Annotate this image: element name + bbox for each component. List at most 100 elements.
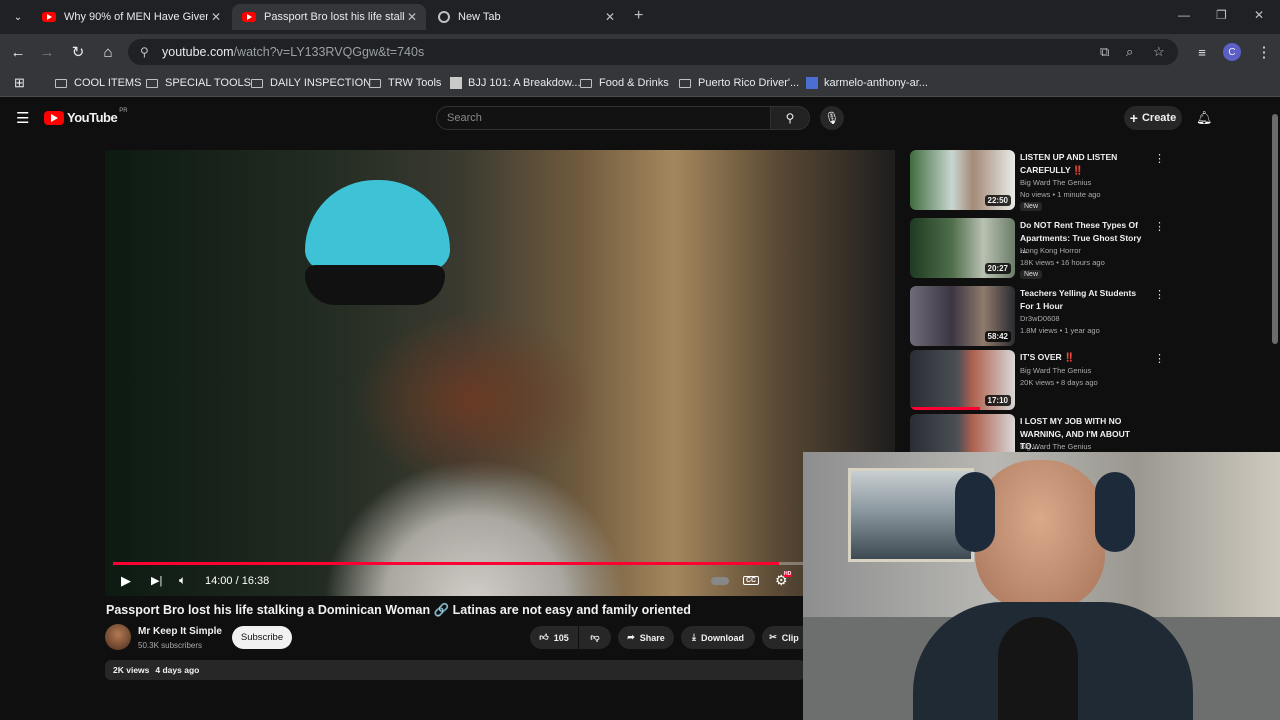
video-thumbnail[interactable]: 17:10 <box>910 350 1015 410</box>
recommendation-item[interactable]: 20:27 Do NOT Rent These Types Of Apartme… <box>910 218 1165 280</box>
hamburger-menu-icon[interactable]: ☰ <box>16 109 29 127</box>
bookmark-food-drinks[interactable]: Food & Drinks <box>580 70 669 96</box>
bookmark-karmelo[interactable]: karmelo-anthony-ar... <box>806 70 928 96</box>
play-icon[interactable]: ▶ <box>121 565 131 596</box>
site-info-icon[interactable]: ⚲ <box>140 45 154 59</box>
bookmark-star-icon[interactable]: ☆ <box>1153 39 1165 65</box>
minimize-icon[interactable]: — <box>1178 8 1190 22</box>
thumbs-up-icon: 👍︎ <box>539 632 549 642</box>
recommendation-item[interactable]: 22:50 LISTEN UP AND LISTEN CAREFULLY ‼️ … <box>910 150 1165 212</box>
recommendation-title[interactable]: Teachers Yelling At Students For 1 Hour <box>1020 287 1150 312</box>
tab-why-90[interactable]: Why 90% of MEN Have Given U ✕ <box>32 4 230 30</box>
new-tab-button[interactable]: + <box>634 7 643 25</box>
address-bar[interactable]: ⚲ youtube.com/watch?v=LY133RVQGgw&t=740s… <box>128 39 1178 65</box>
search-input[interactable]: Search <box>436 106 771 130</box>
search-icon[interactable]: ⚲ <box>770 106 810 130</box>
time-separator: / <box>232 574 242 587</box>
bookmark-special-tools[interactable]: SPECIAL TOOLS <box>146 70 251 96</box>
forward-icon[interactable]: → <box>33 34 61 70</box>
scissors-icon: ✂ <box>769 632 777 642</box>
channel-avatar[interactable] <box>105 624 131 650</box>
duration-badge: 58:42 <box>984 331 1011 342</box>
video-thumbnail[interactable]: 58:42 <box>910 286 1015 346</box>
plus-icon: + <box>1129 110 1138 126</box>
subscribe-button[interactable]: Subscribe <box>232 626 292 649</box>
more-options-icon[interactable]: ⋮ <box>1154 152 1165 165</box>
more-options-icon[interactable]: ⋮ <box>1154 220 1165 233</box>
tab-search-button[interactable]: ⌄ <box>4 3 32 31</box>
recommendation-channel[interactable]: Dr3wD0608 <box>1020 314 1060 323</box>
bookmark-label: BJJ 101: A Breakdow... <box>468 77 581 89</box>
bookmark-bjj-101[interactable]: BJJ 101: A Breakdow... <box>450 70 581 96</box>
youtube-logo[interactable]: YouTube PR <box>44 107 128 125</box>
recommendation-channel[interactable]: Big Ward The Genius <box>1020 366 1091 375</box>
url-host: youtube.com <box>162 45 234 59</box>
dislike-button[interactable]: 👎︎ <box>579 626 611 649</box>
recommendation-title[interactable]: IT'S OVER ‼️ <box>1020 351 1150 364</box>
description-box[interactable]: 2K views 4 days ago <box>105 660 805 680</box>
install-app-icon[interactable]: ⧉ <box>1100 39 1109 65</box>
video-title: Passport Bro lost his life stalking a Do… <box>106 603 691 617</box>
tab-close-icon[interactable]: ✕ <box>602 10 618 24</box>
bookmark-cool-items[interactable]: COOL ITEMS <box>55 70 141 96</box>
tab-close-icon[interactable]: ✕ <box>404 10 420 24</box>
like-button[interactable]: 👍︎ 105 <box>530 626 578 649</box>
bookmarks-bar: ⊞ COOL ITEMS SPECIAL TOOLS DAILY INSPECT… <box>0 70 1280 97</box>
new-badge: New <box>1020 270 1043 279</box>
more-options-icon[interactable]: ⋮ <box>1154 416 1155 429</box>
recommendation-channel[interactable]: Hong Kong Horror <box>1020 246 1081 255</box>
page-scrollbar[interactable] <box>1270 100 1280 450</box>
create-label: Create <box>1141 112 1177 124</box>
profile-avatar[interactable]: C <box>1223 43 1241 61</box>
view-count: 2K views <box>113 665 150 675</box>
video-frame[interactable] <box>105 150 895 596</box>
reload-icon[interactable]: ↻ <box>64 34 92 70</box>
close-window-icon[interactable]: ✕ <box>1254 8 1264 22</box>
volume-icon[interactable]: 🔈︎ <box>179 565 186 596</box>
recommendation-channel[interactable]: Big Ward The Genius <box>1020 178 1091 187</box>
recommendation-meta: 18K views • 16 hours ago <box>1020 258 1105 267</box>
bookmark-puerto-rico[interactable]: Puerto Rico Driver'... <box>679 70 799 96</box>
settings-gear-icon[interactable]: ⚙ HD <box>775 565 793 596</box>
clip-button[interactable]: ✂ Clip <box>762 626 806 649</box>
microphone-icon[interactable]: 🎙 <box>820 106 844 130</box>
recommendation-title[interactable]: LISTEN UP AND LISTEN CAREFULLY ‼️ <box>1020 151 1150 176</box>
more-options-icon[interactable]: ⋮ <box>1154 352 1165 365</box>
chrome-menu-icon[interactable]: ⋮ <box>1250 34 1278 70</box>
video-thumbnail[interactable]: 22:50 <box>910 150 1015 210</box>
region-code: PR <box>119 107 128 114</box>
zoom-icon[interactable]: ⌕ <box>1126 39 1133 65</box>
home-icon[interactable]: ⌂ <box>94 34 122 70</box>
video-thumbnail[interactable] <box>910 414 1015 452</box>
download-button[interactable]: ⤓ Download <box>681 626 755 649</box>
media-control-icon[interactable]: ≡ <box>1188 34 1216 70</box>
scrollbar-thumb[interactable] <box>1272 114 1278 344</box>
bookmark-trw-tools[interactable]: TRW Tools <box>369 70 441 96</box>
folder-icon <box>580 78 592 88</box>
channel-name[interactable]: Mr Keep It Simple <box>138 626 222 637</box>
video-thumbnail[interactable]: 20:27 <box>910 218 1015 278</box>
next-video-icon[interactable]: ▶| <box>151 565 162 596</box>
recommendation-item[interactable]: 17:10 IT'S OVER ‼️ Big Ward The Genius 2… <box>910 350 1165 412</box>
recommendation-item[interactable]: 58:42 Teachers Yelling At Students For 1… <box>910 286 1165 348</box>
tab-title: Why 90% of MEN Have Given U <box>64 11 208 23</box>
more-options-icon[interactable]: ⋮ <box>1154 288 1165 301</box>
tab-close-icon[interactable]: ✕ <box>208 10 224 24</box>
notifications-bell-icon[interactable]: 🔔︎ <box>1196 110 1213 126</box>
apps-grid-icon[interactable]: ⊞ <box>14 70 25 96</box>
create-button[interactable]: + Create <box>1124 106 1182 130</box>
captions-icon[interactable]: CC <box>743 565 760 596</box>
video-subject-glasses <box>305 265 445 305</box>
autoplay-toggle[interactable] <box>711 565 729 596</box>
video-player[interactable]: ▶ ▶| 🔈︎ 14:00 / 16:38 CC ⚙ HD <box>105 150 895 596</box>
bookmark-daily-inspection[interactable]: DAILY INSPECTION <box>251 70 371 96</box>
tab-new-tab[interactable]: New Tab ✕ <box>428 4 624 30</box>
recommendation-channel[interactable]: Big Ward The Genius <box>1020 442 1091 451</box>
upload-age: 4 days ago <box>155 665 200 675</box>
maximize-icon[interactable]: ❐ <box>1216 8 1227 22</box>
recommendation-item[interactable]: I LOST MY JOB WITH NO WARNING, AND I'M A… <box>910 414 1155 452</box>
share-button[interactable]: ➦ Share <box>618 626 674 649</box>
back-icon[interactable]: ← <box>4 34 32 70</box>
tab-passport-bro[interactable]: Passport Bro lost his life stalking ✕ <box>232 4 426 30</box>
headset-right-icon <box>1095 472 1135 552</box>
